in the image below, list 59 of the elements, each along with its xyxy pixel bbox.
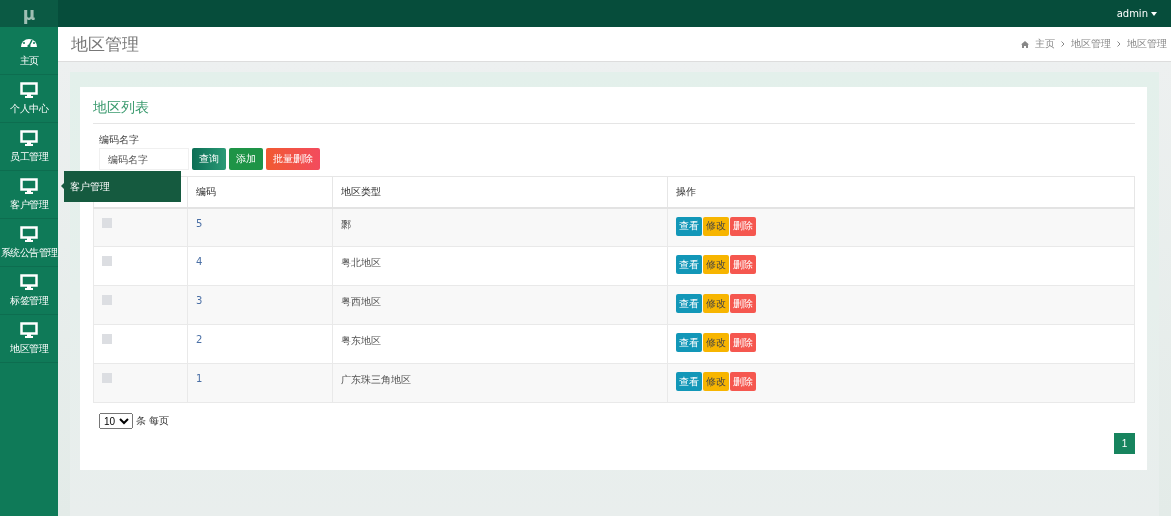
view-button[interactable]: 查看 bbox=[676, 294, 702, 313]
column-header: 编码 bbox=[196, 185, 216, 197]
view-button[interactable]: 查看 bbox=[676, 372, 702, 391]
monitor-icon bbox=[20, 225, 38, 242]
monitor-icon bbox=[20, 129, 38, 146]
table-cell: 粤西地区 bbox=[341, 296, 381, 307]
chevron-icon bbox=[1117, 41, 1121, 47]
monitor-icon bbox=[20, 321, 38, 338]
column-header: 地区类型 bbox=[341, 185, 381, 197]
home-icon bbox=[1021, 40, 1029, 48]
caret-icon bbox=[1151, 11, 1157, 16]
breadcrumb-item: 地区管理 bbox=[1127, 37, 1167, 51]
table-cell: 粤北地区 bbox=[341, 257, 381, 268]
table-cell: 粤东地区 bbox=[341, 335, 381, 346]
page-button[interactable]: 1 bbox=[1114, 433, 1135, 454]
row-checkbox[interactable] bbox=[102, 295, 112, 305]
tooltip-text: 客户管理 bbox=[70, 179, 110, 194]
table-cell: 鄹 bbox=[341, 218, 351, 230]
table-cell: 2 bbox=[196, 334, 203, 345]
row-checkbox[interactable] bbox=[102, 217, 112, 228]
table-cell: 1 bbox=[196, 373, 203, 384]
table-cell: 广东珠三角地区 bbox=[341, 374, 411, 385]
edit-button[interactable]: 修改 bbox=[703, 216, 729, 236]
view-button[interactable]: 查看 bbox=[676, 333, 702, 352]
logo: μ bbox=[0, 0, 58, 27]
search-field[interactable]: 编码名字 bbox=[99, 148, 189, 170]
delete-button[interactable]: 批量删除 bbox=[266, 148, 320, 170]
breadcrumb-item[interactable]: 主页 bbox=[1035, 37, 1055, 51]
user-menu[interactable]: admin bbox=[1116, 8, 1157, 19]
monitor-icon bbox=[20, 273, 38, 290]
breadcrumb-item[interactable]: 地区管理 bbox=[1071, 37, 1111, 51]
edit-button[interactable]: 修改 bbox=[703, 372, 729, 391]
card-title: 地区列表 bbox=[93, 99, 1135, 124]
column-header: 操作 bbox=[676, 185, 696, 197]
edit-button[interactable]: 修改 bbox=[703, 333, 729, 352]
field-label: 编码名字 bbox=[99, 133, 140, 147]
delete-button[interactable]: 删除 bbox=[730, 255, 756, 274]
delete-button[interactable]: 删除 bbox=[730, 372, 756, 391]
page-size-label: 条 每页 bbox=[136, 414, 170, 428]
edit-button[interactable]: 修改 bbox=[703, 294, 729, 313]
row-checkbox[interactable] bbox=[102, 373, 112, 383]
row-checkbox[interactable] bbox=[102, 334, 112, 344]
view-button[interactable]: 查看 bbox=[676, 255, 702, 274]
monitor-icon bbox=[20, 81, 38, 98]
table-cell: 3 bbox=[196, 295, 203, 306]
search-button[interactable]: 查询 bbox=[192, 148, 226, 170]
row-checkbox[interactable] bbox=[102, 256, 112, 266]
delete-button[interactable]: 删除 bbox=[730, 294, 756, 313]
view-button[interactable]: 查看 bbox=[676, 216, 702, 236]
chevron-icon bbox=[1061, 41, 1065, 47]
monitor-icon bbox=[20, 177, 38, 194]
page-title: 地区管理 bbox=[71, 32, 139, 56]
table-cell: 5 bbox=[196, 217, 203, 229]
delete-button[interactable]: 删除 bbox=[730, 216, 756, 236]
edit-button[interactable]: 修改 bbox=[703, 255, 729, 274]
table-cell: 4 bbox=[196, 256, 203, 267]
page-size-select[interactable]: 10 bbox=[99, 413, 133, 429]
add-button[interactable]: 添加 bbox=[229, 148, 263, 170]
delete-button[interactable]: 删除 bbox=[730, 333, 756, 352]
